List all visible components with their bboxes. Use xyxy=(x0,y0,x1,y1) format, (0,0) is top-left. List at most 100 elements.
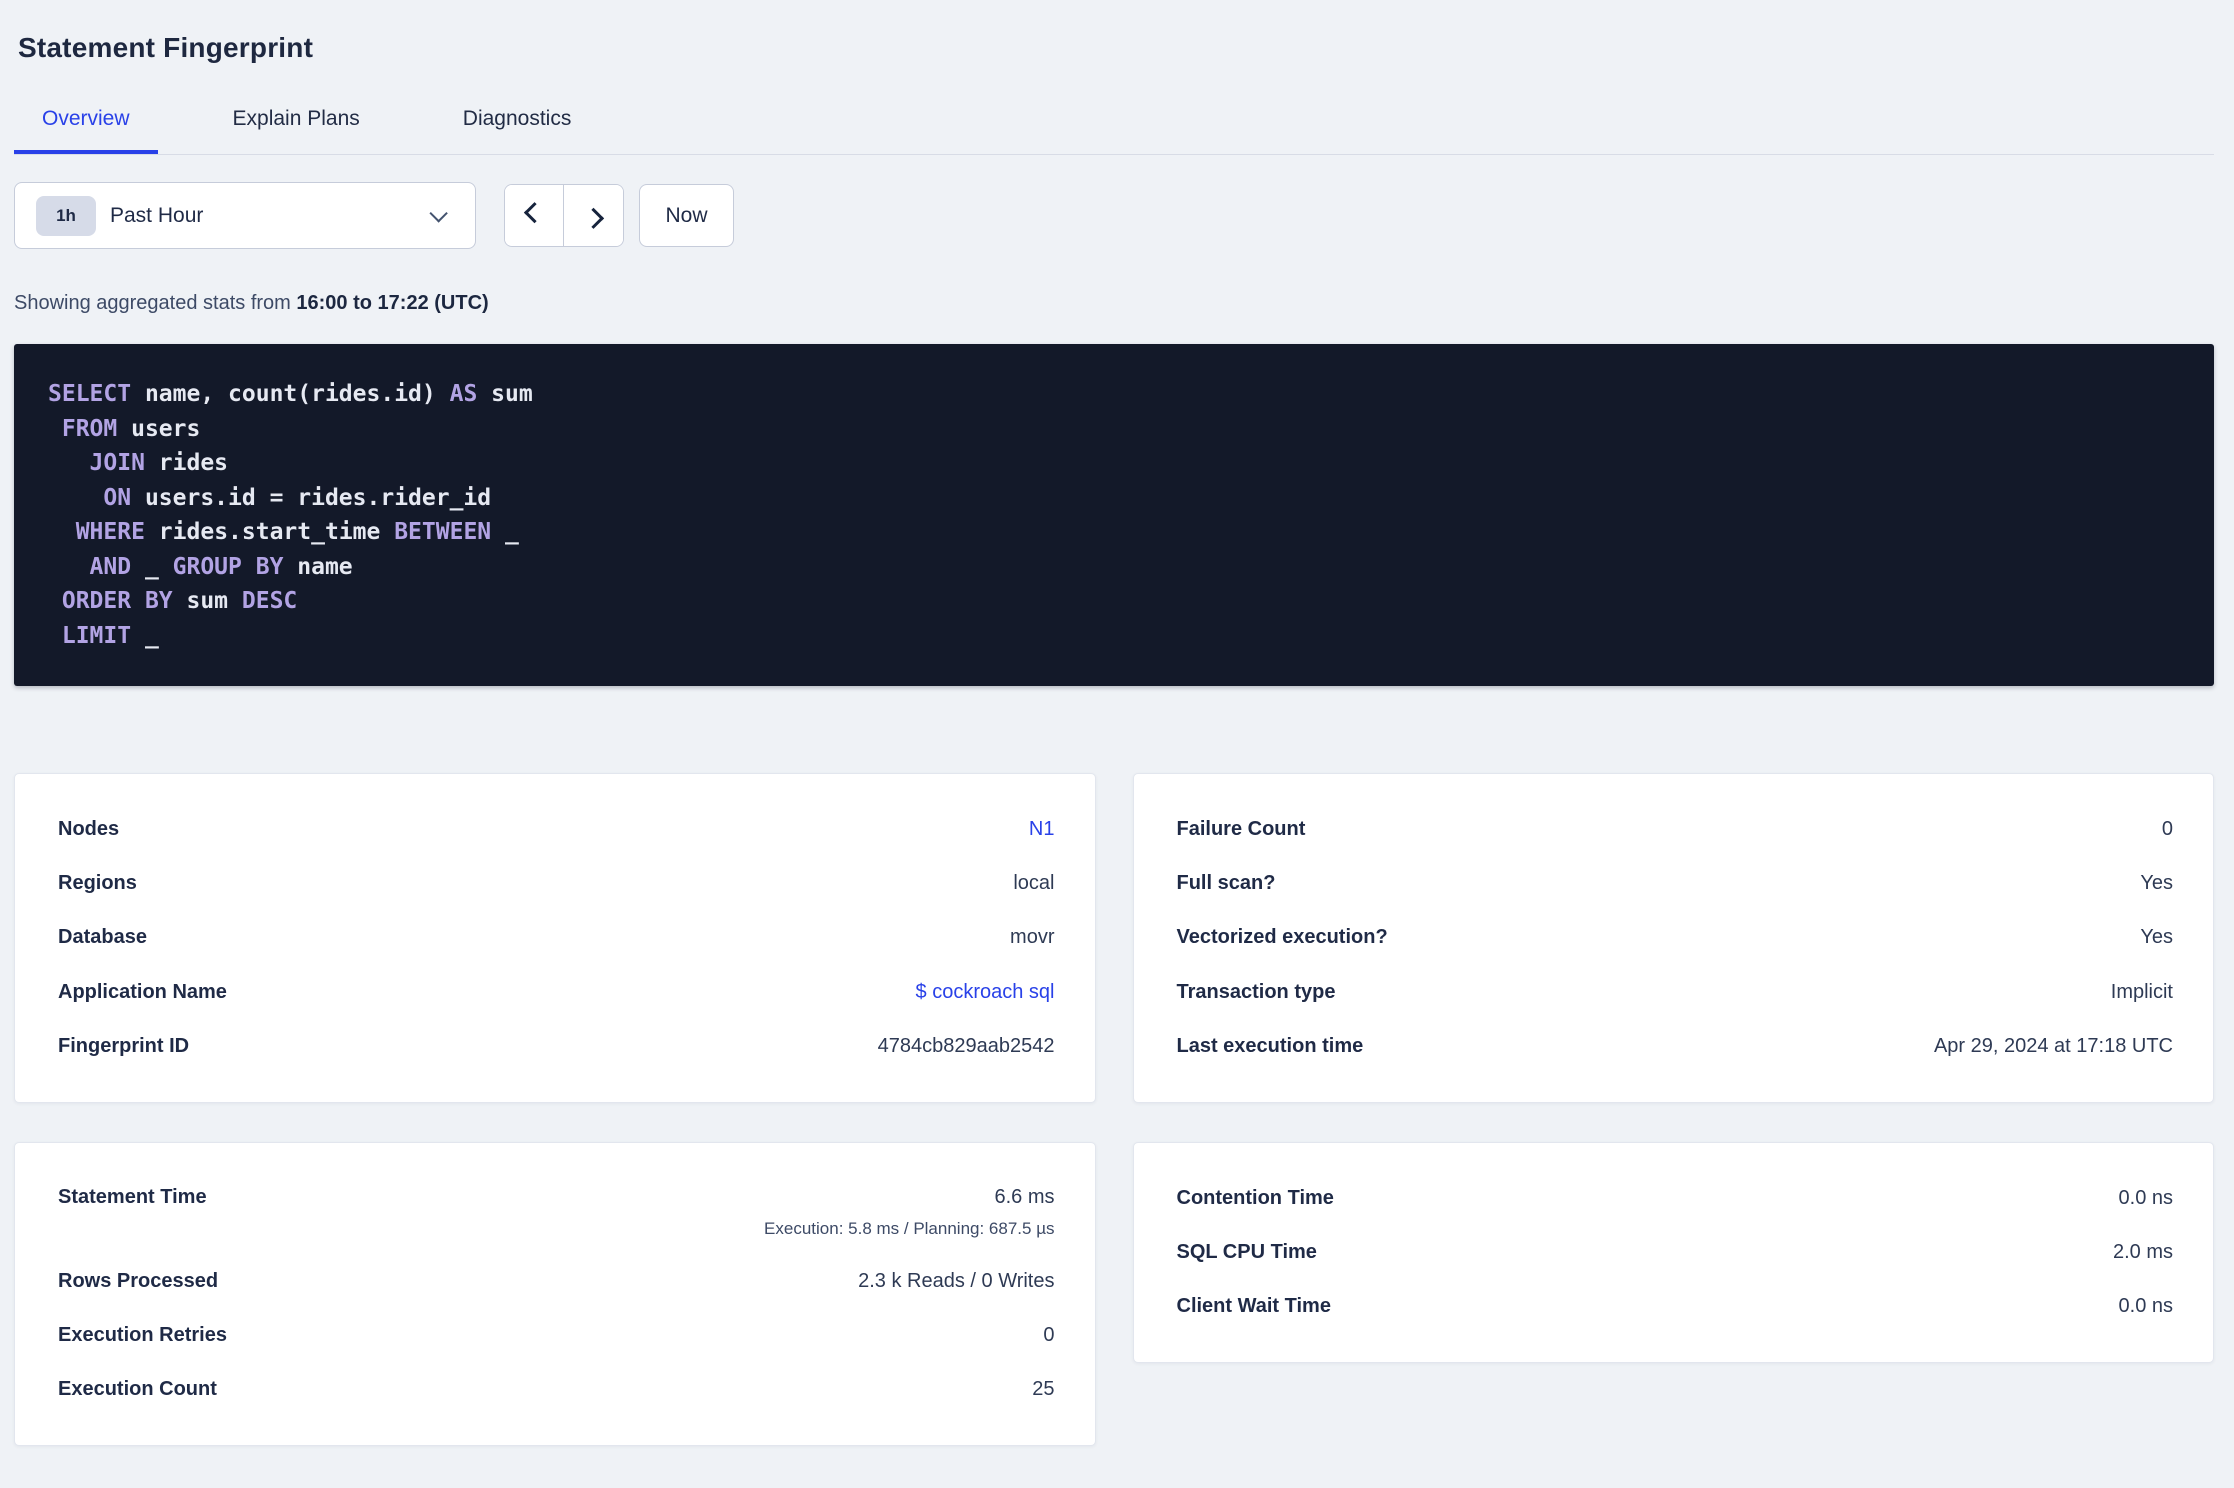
sql-text: _ xyxy=(131,553,173,580)
sql-text: rides xyxy=(144,450,229,476)
stat-label: Last execution time xyxy=(1176,1035,1364,1058)
sql-keyword: GROUP BY xyxy=(172,553,284,580)
stats-caption: Showing aggregated stats from 16:00 to 1… xyxy=(14,290,2214,316)
stat-label: Nodes xyxy=(58,817,120,840)
stat-value: 2.3 k Reads / 0 Writes xyxy=(858,1269,1055,1292)
tab-overview[interactable]: Overview xyxy=(14,105,158,154)
stat-value: 0 xyxy=(1043,1324,1055,1347)
sql-keyword: SELECT xyxy=(48,381,132,407)
fingerprint-id-value: 4784cb829aab2542 xyxy=(877,1035,1055,1058)
stat-value: 0 xyxy=(2161,817,2173,840)
stat-row: SQL CPU Time 2.0 ms xyxy=(1177,1225,2174,1279)
stat-value: Implicit xyxy=(2110,980,2173,1003)
stat-row: Nodes N1 xyxy=(58,802,1055,856)
node-link[interactable]: N1 xyxy=(1029,816,1055,843)
sql-keyword: FROM xyxy=(61,415,118,442)
time-interval-badge: 1h xyxy=(36,195,96,236)
time-range-dropdown[interactable]: 1h Past Hour xyxy=(14,182,476,249)
sql-keyword: ON xyxy=(103,484,132,511)
chevron-right-icon xyxy=(582,207,605,229)
statement-time-value-block: 6.6 ms Execution: 5.8 ms / Planning: 687… xyxy=(764,1184,1054,1240)
tab-bar: Overview Explain Plans Diagnostics xyxy=(14,105,2214,155)
sql-line: SELECT name, count(rides.id) AS sum xyxy=(48,377,2180,412)
statement-fingerprint-page: Statement Fingerprint Overview Explain P… xyxy=(0,30,2234,1447)
sql-keyword: ORDER BY xyxy=(61,588,173,614)
stat-value: Yes xyxy=(2140,926,2173,949)
sql-text: rides.start_time xyxy=(144,519,395,545)
stat-label: Fingerprint ID xyxy=(58,1035,190,1058)
statement-info-card: Nodes N1 Regions local Database movr App… xyxy=(14,773,1096,1103)
sql-text: _ xyxy=(131,622,159,649)
stat-label: Transaction type xyxy=(1176,980,1336,1003)
stat-value: 2.0 ms xyxy=(2112,1241,2173,1264)
stat-row: Contention Time 0.0 ns xyxy=(1177,1171,2174,1225)
stat-label: Application Name xyxy=(58,980,227,1003)
sql-text: users xyxy=(117,415,201,442)
stat-row: Fingerprint ID 4784cb829aab2542 xyxy=(58,1020,1055,1074)
app-name-link[interactable]: $ cockroach sql xyxy=(916,979,1055,1006)
stat-label: Database xyxy=(58,926,147,949)
sql-line: ORDER BY sum DESC xyxy=(48,584,2180,619)
chevron-down-icon xyxy=(429,204,448,223)
stat-row: Rows Processed 2.3 k Reads / 0 Writes xyxy=(58,1254,1055,1308)
next-time-button[interactable] xyxy=(564,185,623,246)
tab-explain-plans[interactable]: Explain Plans xyxy=(205,105,388,154)
stat-label: Statement Time xyxy=(58,1185,207,1208)
stat-label: Rows Processed xyxy=(58,1269,219,1292)
sql-keyword: AND xyxy=(89,553,132,580)
stat-subvalue: Execution: 5.8 ms / Planning: 687.5 µs xyxy=(764,1218,1055,1238)
sql-keyword: DESC xyxy=(241,588,298,614)
wait-times-card: Contention Time 0.0 ns SQL CPU Time 2.0 … xyxy=(1132,1141,2214,1364)
sql-text: name, count(rides.id) xyxy=(131,381,450,407)
sql-text: name xyxy=(283,553,353,580)
stat-label: Execution Count xyxy=(58,1378,217,1401)
page-title: Statement Fingerprint xyxy=(18,32,314,63)
stats-caption-prefix: Showing aggregated stats from xyxy=(14,292,297,314)
sql-text: _ xyxy=(491,519,519,545)
sql-text: users.id = rides.rider_id xyxy=(131,484,492,511)
stat-row: Failure Count 0 xyxy=(1177,802,2174,856)
stat-row: Full scan? Yes xyxy=(1177,856,2174,910)
sql-keyword: JOIN xyxy=(89,450,145,476)
stat-row: Vectorized execution? Yes xyxy=(1177,911,2174,965)
stat-row: Transaction type Implicit xyxy=(1177,965,2174,1019)
time-range-label: Past Hour xyxy=(110,203,204,227)
sql-line: FROM users xyxy=(48,412,2180,447)
stat-value: 6.6 ms xyxy=(994,1185,1055,1208)
stat-value: 25 xyxy=(1032,1378,1055,1401)
timing-stats-card: Statement Time 6.6 ms Execution: 5.8 ms … xyxy=(14,1141,1096,1447)
stat-value: local xyxy=(1013,872,1055,895)
stat-row: Client Wait Time 0.0 ns xyxy=(1177,1280,2174,1334)
stat-row: Last execution time Apr 29, 2024 at 17:1… xyxy=(1177,1020,2174,1074)
stat-label: Full scan? xyxy=(1176,872,1276,895)
sql-statement-box: SELECT name, count(rides.id) AS sum FROM… xyxy=(14,344,2214,686)
stat-row: Regions local xyxy=(58,856,1055,910)
sql-line: LIMIT _ xyxy=(48,619,2180,654)
stat-label: Vectorized execution? xyxy=(1176,926,1388,949)
sql-line: ON users.id = rides.rider_id xyxy=(48,481,2180,516)
now-button[interactable]: Now xyxy=(639,184,734,247)
execution-attributes-card: Failure Count 0 Full scan? Yes Vectorize… xyxy=(1132,773,2214,1103)
sql-line: WHERE rides.start_time BETWEEN _ xyxy=(48,515,2180,550)
stat-row: Application Name $ cockroach sql xyxy=(58,965,1055,1019)
sql-keyword: WHERE xyxy=(75,519,145,545)
tab-diagnostics[interactable]: Diagnostics xyxy=(435,105,600,154)
stat-label: Execution Retries xyxy=(58,1324,227,1347)
prev-time-button[interactable] xyxy=(505,185,564,246)
stat-row: Statement Time 6.6 ms Execution: 5.8 ms … xyxy=(58,1171,1055,1254)
summary-cards: Nodes N1 Regions local Database movr App… xyxy=(14,773,2214,1447)
sql-keyword: AS xyxy=(449,381,478,407)
chevron-left-icon xyxy=(523,202,545,224)
stat-row: Database movr xyxy=(58,911,1055,965)
time-controls: 1h Past Hour Now xyxy=(14,182,2214,249)
sql-line: AND _ GROUP BY name xyxy=(48,550,2180,585)
stat-label: SQL CPU Time xyxy=(1176,1241,1317,1264)
stat-label: Client Wait Time xyxy=(1176,1295,1331,1318)
